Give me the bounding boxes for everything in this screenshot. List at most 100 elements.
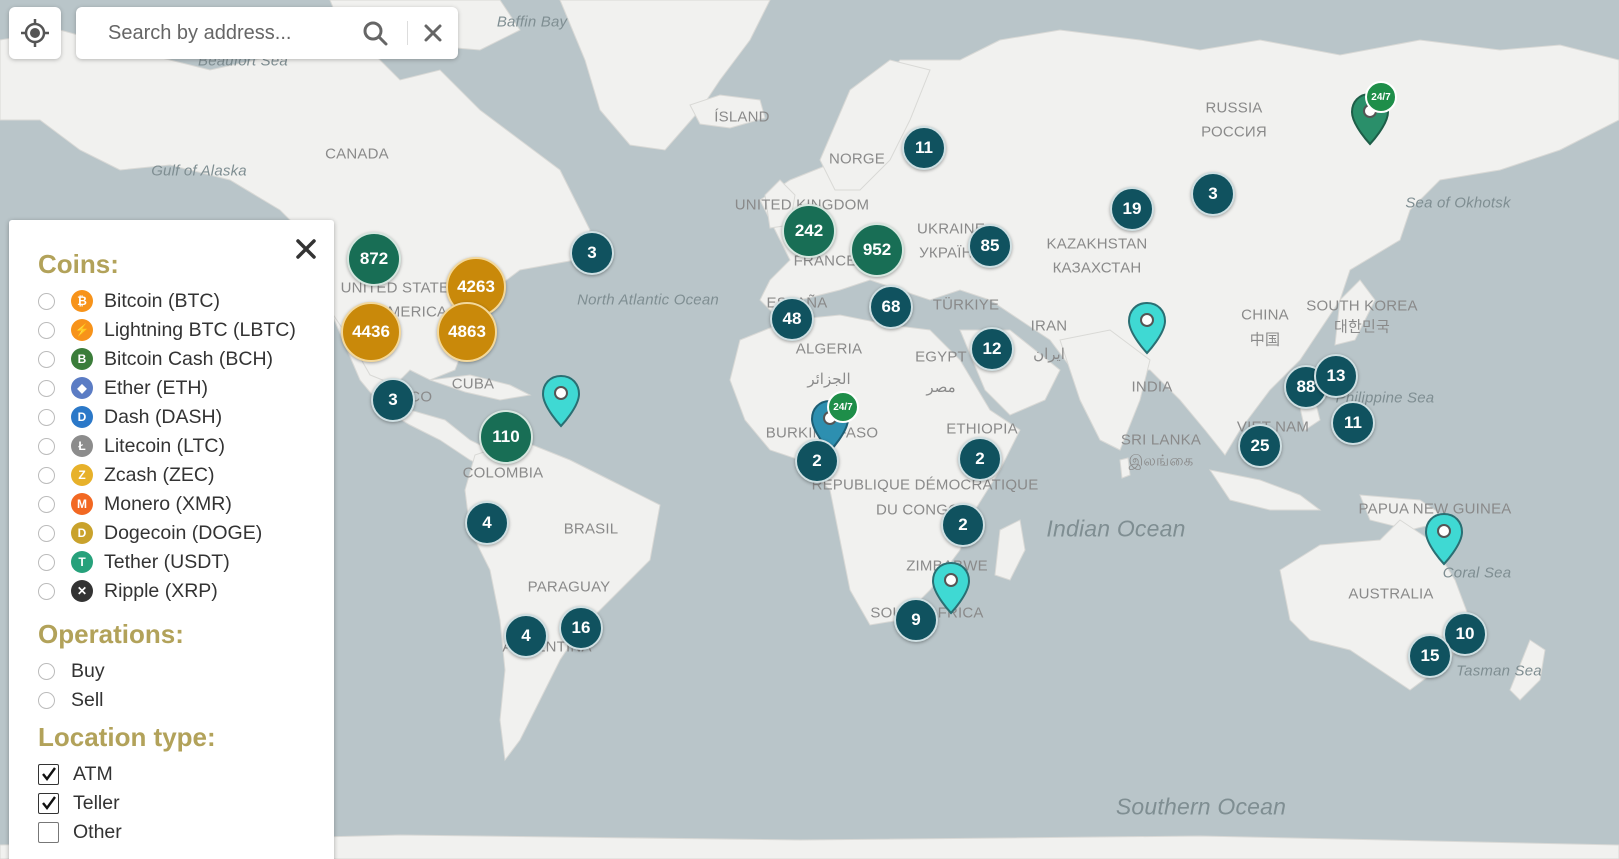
- cluster-marker[interactable]: 11: [1331, 401, 1375, 445]
- cluster-marker[interactable]: 2: [795, 439, 839, 483]
- checkbox-checked[interactable]: [38, 763, 59, 785]
- coin-label: Ether (ETH): [104, 376, 209, 399]
- cluster-marker[interactable]: 13: [1314, 354, 1358, 398]
- location-option-other[interactable]: Other: [38, 818, 122, 846]
- radio-button[interactable]: [38, 495, 55, 513]
- cluster-marker[interactable]: 242: [782, 204, 836, 258]
- coin-option[interactable]: D Dash (DASH): [38, 403, 222, 431]
- coin-option[interactable]: Z Zcash (ZEC): [38, 461, 215, 489]
- 24-7-badge: 24/7: [1365, 81, 1397, 113]
- map-label-norge: NORGE: [828, 150, 886, 168]
- cluster-marker[interactable]: 68: [869, 285, 913, 329]
- map-label-island: ÍSLAND: [714, 108, 770, 126]
- world-map[interactable]: Baffin Bay Beaufort Sea ÍSLAND CANADA Gu…: [0, 0, 1619, 859]
- cluster-marker[interactable]: 4863: [437, 302, 497, 362]
- map-label-sri-lanka-native: இலங்கை: [1128, 452, 1194, 470]
- map-label-kazakhstan: KAZAKHSTAN: [1046, 235, 1148, 253]
- radio-button[interactable]: [38, 292, 55, 310]
- atm-pin-marker[interactable]: [539, 374, 583, 430]
- cluster-marker[interactable]: 16: [559, 606, 603, 650]
- map-label-algeria: ALGERIA: [795, 340, 863, 358]
- map-label-indian-ocean: Indian Ocean: [1046, 515, 1186, 542]
- cluster-marker[interactable]: 952: [850, 223, 904, 277]
- cluster-marker[interactable]: 48: [770, 297, 814, 341]
- map-label-south-korea-native: 대한민국: [1333, 318, 1391, 336]
- map-label-russia: RUSSIA: [1205, 99, 1263, 117]
- location-option-teller[interactable]: Teller: [38, 789, 120, 817]
- radio-button[interactable]: [38, 379, 55, 397]
- map-label-canada: CANADA: [325, 145, 389, 163]
- cluster-marker[interactable]: 85: [968, 224, 1012, 268]
- operation-option-buy[interactable]: Buy: [38, 657, 105, 685]
- cluster-marker[interactable]: 19: [1110, 187, 1154, 231]
- coin-option[interactable]: B Bitcoin Cash (BCH): [38, 345, 273, 373]
- atm-pin-marker[interactable]: [1422, 512, 1466, 568]
- close-panel-icon[interactable]: [293, 236, 319, 262]
- radio-button[interactable]: [38, 691, 55, 709]
- radio-button[interactable]: [38, 350, 55, 368]
- map-label-ethiopia: ETHIOPIA: [946, 420, 1018, 438]
- map-pin-icon: [931, 561, 971, 615]
- map-label-india: INDIA: [1131, 378, 1173, 396]
- map-label-cuba: CUBA: [451, 375, 495, 393]
- coin-label: Litecoin (LTC): [104, 434, 226, 457]
- coin-option[interactable]: M Monero (XMR): [38, 490, 232, 518]
- coin-option[interactable]: ⚡ Lightning BTC (LBTC): [38, 316, 296, 344]
- radio-button[interactable]: [38, 553, 55, 571]
- cluster-marker[interactable]: 2: [958, 437, 1002, 481]
- cluster-marker[interactable]: 3: [371, 378, 415, 422]
- cluster-marker[interactable]: 3: [570, 231, 614, 275]
- operation-option-sell[interactable]: Sell: [38, 686, 104, 714]
- coin-label: Tether (USDT): [104, 550, 230, 573]
- search-icon[interactable]: [361, 19, 389, 47]
- crosshair-icon: [21, 19, 49, 47]
- map-label-china: CHINA: [1241, 306, 1289, 324]
- coin-label: Bitcoin Cash (BCH): [104, 347, 274, 370]
- cluster-marker[interactable]: 4: [504, 614, 548, 658]
- cluster-marker[interactable]: 110: [479, 410, 533, 464]
- cluster-marker[interactable]: 25: [1238, 424, 1282, 468]
- radio-button[interactable]: [38, 466, 55, 484]
- bitcoin-cash-icon: B: [71, 348, 93, 370]
- radio-button[interactable]: [38, 582, 55, 600]
- cluster-marker[interactable]: 9: [894, 598, 938, 642]
- map-label-iran-native: ایران: [1033, 346, 1065, 363]
- radio-button[interactable]: [38, 408, 55, 426]
- cluster-marker[interactable]: 12: [970, 327, 1014, 371]
- bitcoin-icon: ₿: [71, 290, 93, 312]
- coin-option[interactable]: T Tether (USDT): [38, 548, 230, 576]
- coin-option[interactable]: ₿ Bitcoin (BTC): [38, 287, 220, 315]
- operations-heading: Operations:: [38, 619, 184, 649]
- coin-option[interactable]: ◆ Ether (ETH): [38, 374, 208, 402]
- map-label-turkiye: TÜRKIYE: [932, 296, 1000, 314]
- map-label-tasman-sea: Tasman Sea: [1456, 662, 1542, 680]
- atm-pin-marker[interactable]: [1125, 301, 1169, 357]
- locate-me-button[interactable]: [9, 7, 61, 59]
- coin-option[interactable]: Ł Litecoin (LTC): [38, 432, 225, 460]
- location-label: Other: [73, 820, 122, 843]
- cluster-marker[interactable]: 3: [1191, 172, 1235, 216]
- radio-button[interactable]: [38, 662, 55, 680]
- cluster-marker[interactable]: 11: [902, 126, 946, 170]
- map-pin-icon: [541, 374, 581, 428]
- cluster-marker[interactable]: 2: [941, 503, 985, 547]
- cluster-marker[interactable]: 15: [1408, 634, 1452, 678]
- checkbox-checked[interactable]: [38, 792, 59, 814]
- clear-search-icon[interactable]: [421, 21, 445, 45]
- radio-button[interactable]: [38, 524, 55, 542]
- search-input[interactable]: [106, 17, 360, 49]
- coin-option[interactable]: ✕ Ripple (XRP): [38, 577, 218, 605]
- cluster-marker[interactable]: 4: [465, 501, 509, 545]
- atm-pin-marker[interactable]: [929, 561, 973, 617]
- cluster-marker[interactable]: 872: [347, 232, 401, 286]
- coin-option[interactable]: D Dogecoin (DOGE): [38, 519, 262, 547]
- cluster-marker[interactable]: 4436: [341, 302, 401, 362]
- radio-button[interactable]: [38, 321, 55, 339]
- location-type-heading: Location type:: [38, 722, 216, 752]
- location-option-atm[interactable]: ATM: [38, 760, 113, 788]
- coin-label: Monero (XMR): [104, 492, 232, 515]
- radio-button[interactable]: [38, 437, 55, 455]
- coin-label: Ripple (XRP): [104, 579, 218, 602]
- checkbox-unchecked[interactable]: [38, 821, 59, 843]
- map-label-rdc: RÉPUBLIQUE DÉMOCRATIQUE: [811, 476, 1039, 494]
